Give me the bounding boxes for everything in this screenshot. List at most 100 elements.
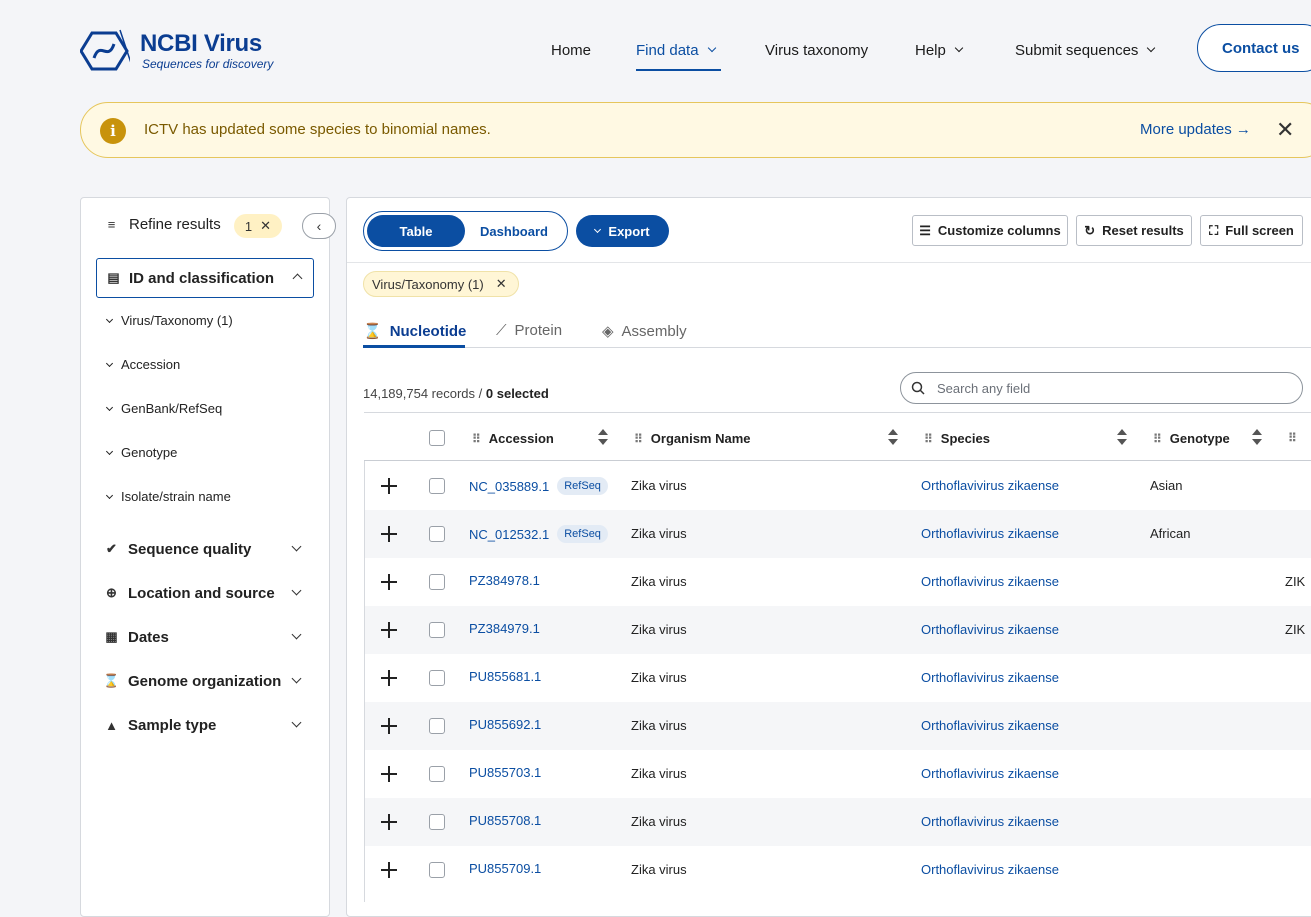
drag-handle-icon[interactable]: ⠿ bbox=[634, 432, 643, 446]
nav-home[interactable]: Home bbox=[551, 38, 591, 62]
accession-link[interactable]: NC_035889.1 bbox=[469, 479, 549, 494]
nav-help[interactable]: Help bbox=[915, 38, 964, 62]
species-link[interactable]: Orthoflavivirus zikaense bbox=[921, 766, 1059, 781]
species-link[interactable]: Orthoflavivirus zikaense bbox=[921, 814, 1059, 829]
column-organism-name[interactable]: ⠿ Organism Name bbox=[634, 431, 751, 446]
chevron-down-icon bbox=[291, 673, 302, 684]
sort-genotype-icon[interactable] bbox=[1252, 427, 1262, 447]
row-checkbox[interactable] bbox=[429, 814, 445, 830]
section-dates[interactable]: ▦ Dates bbox=[104, 625, 306, 649]
search-input[interactable] bbox=[935, 379, 1275, 397]
row-checkbox[interactable] bbox=[429, 526, 445, 542]
info-icon: i bbox=[100, 118, 126, 144]
accession-link[interactable]: PZ384979.1 bbox=[469, 621, 540, 636]
contact-us-button[interactable]: Contact us bbox=[1197, 24, 1311, 72]
accession-cell: PU855692.1 bbox=[469, 717, 541, 732]
filter-isolate-strain[interactable]: Isolate/strain name bbox=[105, 489, 231, 504]
active-filter-chip[interactable]: Virus/Taxonomy (1) ✕ bbox=[363, 271, 519, 297]
row-checkbox[interactable] bbox=[429, 862, 445, 878]
expand-row-icon[interactable] bbox=[381, 862, 397, 878]
species-link[interactable]: Orthoflavivirus zikaense bbox=[921, 478, 1059, 493]
accession-cell: PU855709.1 bbox=[469, 861, 541, 876]
row-checkbox[interactable] bbox=[429, 670, 445, 686]
expand-row-icon[interactable] bbox=[381, 526, 397, 542]
close-icon[interactable]: ✕ bbox=[1276, 117, 1294, 143]
accession-link[interactable]: PU855703.1 bbox=[469, 765, 541, 780]
select-all-checkbox[interactable] bbox=[429, 430, 445, 446]
ncbi-virus-logo[interactable]: NCBI Virus Sequences for discovery bbox=[80, 28, 280, 74]
row-checkbox[interactable] bbox=[429, 478, 445, 494]
dna-icon: ⌛ bbox=[103, 673, 120, 688]
reset-results-button[interactable]: ↻ Reset results bbox=[1076, 215, 1192, 246]
nav-submit-sequences[interactable]: Submit sequences bbox=[1015, 38, 1156, 62]
section-id-classification[interactable]: ▤ ID and classification bbox=[96, 258, 314, 298]
species-link[interactable]: Orthoflavivirus zikaense bbox=[921, 862, 1059, 877]
column-next-drag-handle[interactable]: ⠿ bbox=[1288, 431, 1297, 445]
species-link[interactable]: Orthoflavivirus zikaense bbox=[921, 670, 1059, 685]
drag-handle-icon[interactable]: ⠿ bbox=[1288, 431, 1297, 445]
organism-cell: Zika virus bbox=[631, 766, 687, 781]
section-sequence-quality[interactable]: ✔ Sequence quality bbox=[104, 537, 306, 561]
filter-genotype[interactable]: Genotype bbox=[105, 445, 177, 460]
nav-virus-taxonomy[interactable]: Virus taxonomy bbox=[765, 38, 868, 62]
dashboard-view-button[interactable]: Dashboard bbox=[465, 215, 563, 247]
filter-virus-taxonomy[interactable]: Virus/Taxonomy (1) bbox=[105, 313, 233, 328]
export-button[interactable]: Export bbox=[576, 215, 669, 247]
table-view-button[interactable]: Table bbox=[367, 215, 465, 247]
clear-filters-icon[interactable]: ✕ bbox=[260, 218, 271, 234]
drag-handle-icon[interactable]: ⠿ bbox=[472, 432, 481, 446]
expand-row-icon[interactable] bbox=[381, 766, 397, 782]
sort-accession-icon[interactable] bbox=[598, 427, 608, 447]
chevron-down-icon bbox=[291, 585, 302, 596]
accession-link[interactable]: PZ384978.1 bbox=[469, 573, 540, 588]
species-link[interactable]: Orthoflavivirus zikaense bbox=[921, 718, 1059, 733]
chevron-down-icon bbox=[105, 403, 114, 411]
row-checkbox[interactable] bbox=[429, 766, 445, 782]
customize-columns-button[interactable]: ☰ Customize columns bbox=[912, 215, 1068, 246]
sort-species-icon[interactable] bbox=[1117, 427, 1127, 447]
expand-row-icon[interactable] bbox=[381, 814, 397, 830]
sort-organism-icon[interactable] bbox=[888, 427, 898, 447]
tab-protein[interactable]: ⟋ Protein bbox=[496, 322, 562, 339]
more-updates-link[interactable]: More updates → bbox=[1140, 121, 1251, 138]
accession-link[interactable]: PU855708.1 bbox=[469, 813, 541, 828]
banner-message: ICTV has updated some species to binomia… bbox=[144, 121, 491, 138]
expand-row-icon[interactable] bbox=[381, 622, 397, 638]
section-sample-type[interactable]: ▲ Sample type bbox=[104, 713, 306, 737]
accession-link[interactable]: NC_012532.1 bbox=[469, 527, 549, 542]
refseq-badge: RefSeq bbox=[557, 477, 608, 495]
full-screen-button[interactable]: ⛶ Full screen bbox=[1200, 215, 1303, 246]
accession-link[interactable]: PU855692.1 bbox=[469, 717, 541, 732]
species-link[interactable]: Orthoflavivirus zikaense bbox=[921, 622, 1059, 637]
filter-genbank-refseq[interactable]: GenBank/RefSeq bbox=[105, 401, 222, 416]
collapse-sidebar-button[interactable]: ‹ bbox=[302, 213, 336, 239]
remove-filter-icon[interactable]: ✕ bbox=[496, 276, 507, 292]
refine-count-badge[interactable]: 1 ✕ bbox=[234, 214, 282, 238]
column-species[interactable]: ⠿ Species bbox=[924, 431, 990, 446]
row-checkbox[interactable] bbox=[429, 718, 445, 734]
row-checkbox[interactable] bbox=[429, 574, 445, 590]
chevron-down-icon bbox=[291, 629, 302, 640]
nav-find-data[interactable]: Find data bbox=[636, 38, 716, 62]
expand-row-icon[interactable] bbox=[381, 574, 397, 590]
species-link[interactable]: Orthoflavivirus zikaense bbox=[921, 574, 1059, 589]
protein-icon: ⟋ bbox=[496, 322, 507, 339]
expand-row-icon[interactable] bbox=[381, 718, 397, 734]
expand-row-icon[interactable] bbox=[381, 478, 397, 494]
section-genome-organization[interactable]: ⌛ Genome organization bbox=[103, 669, 306, 693]
tab-nucleotide[interactable]: ⌛ Nucleotide bbox=[363, 322, 466, 341]
tabs-baseline bbox=[363, 347, 1311, 348]
drag-handle-icon[interactable]: ⠿ bbox=[1153, 432, 1162, 446]
search-field[interactable] bbox=[900, 372, 1303, 404]
column-accession[interactable]: ⠿ Accession bbox=[472, 431, 554, 446]
row-checkbox[interactable] bbox=[429, 622, 445, 638]
accession-link[interactable]: PU855709.1 bbox=[469, 861, 541, 876]
tab-assembly[interactable]: ◈ Assembly bbox=[602, 322, 687, 341]
species-link[interactable]: Orthoflavivirus zikaense bbox=[921, 526, 1059, 541]
section-location-source[interactable]: ⊕ Location and source bbox=[104, 581, 306, 605]
drag-handle-icon[interactable]: ⠿ bbox=[924, 432, 933, 446]
column-genotype[interactable]: ⠿ Genotype bbox=[1153, 431, 1230, 446]
expand-row-icon[interactable] bbox=[381, 670, 397, 686]
filter-accession[interactable]: Accession bbox=[105, 357, 180, 372]
accession-link[interactable]: PU855681.1 bbox=[469, 669, 541, 684]
